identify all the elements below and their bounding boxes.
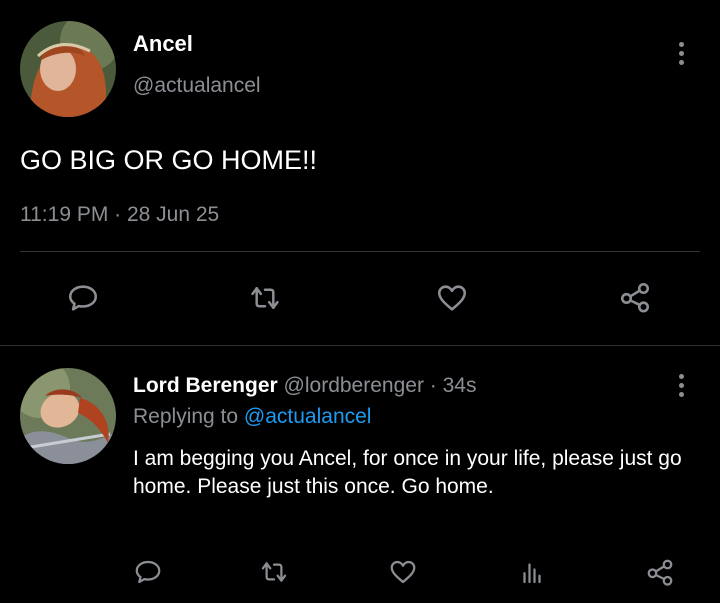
replying-to-label: Replying to (133, 405, 239, 428)
divider (20, 251, 700, 252)
like-icon[interactable] (434, 281, 470, 315)
avatar-lord-berenger[interactable] (20, 368, 116, 464)
divider (0, 345, 720, 346)
retweet-icon[interactable] (258, 557, 290, 587)
reply-header: Lord Berenger @lordberenger · 34s (133, 374, 476, 398)
author-handle[interactable]: @actualancel (133, 74, 261, 98)
share-icon[interactable] (645, 557, 675, 587)
share-icon[interactable] (617, 280, 653, 314)
reply-text: I am begging you Ancel, for once in your… (133, 447, 682, 498)
reply-icon[interactable] (66, 281, 100, 315)
tweet-timestamp: 11:19 PM · 28 Jun 25 (20, 203, 220, 226)
reply-author-handle[interactable]: @lordberenger (284, 374, 424, 397)
retweet-icon[interactable] (247, 281, 283, 315)
reply-time: · 34s (429, 374, 477, 397)
like-icon[interactable] (388, 557, 418, 587)
avatar-ancel[interactable] (20, 21, 116, 117)
more-options-icon[interactable] (676, 374, 686, 397)
analytics-icon[interactable] (517, 557, 547, 587)
reply-icon[interactable] (133, 557, 163, 587)
tweet-text: GO BIG OR GO HOME!! (20, 145, 318, 175)
replying-to: Replying to @actualancel (133, 405, 371, 429)
reply-author-name[interactable]: Lord Berenger (133, 374, 278, 397)
more-options-icon[interactable] (676, 42, 686, 65)
replying-to-handle-link[interactable]: @actualancel (244, 405, 372, 428)
author-name[interactable]: Ancel (133, 31, 193, 57)
